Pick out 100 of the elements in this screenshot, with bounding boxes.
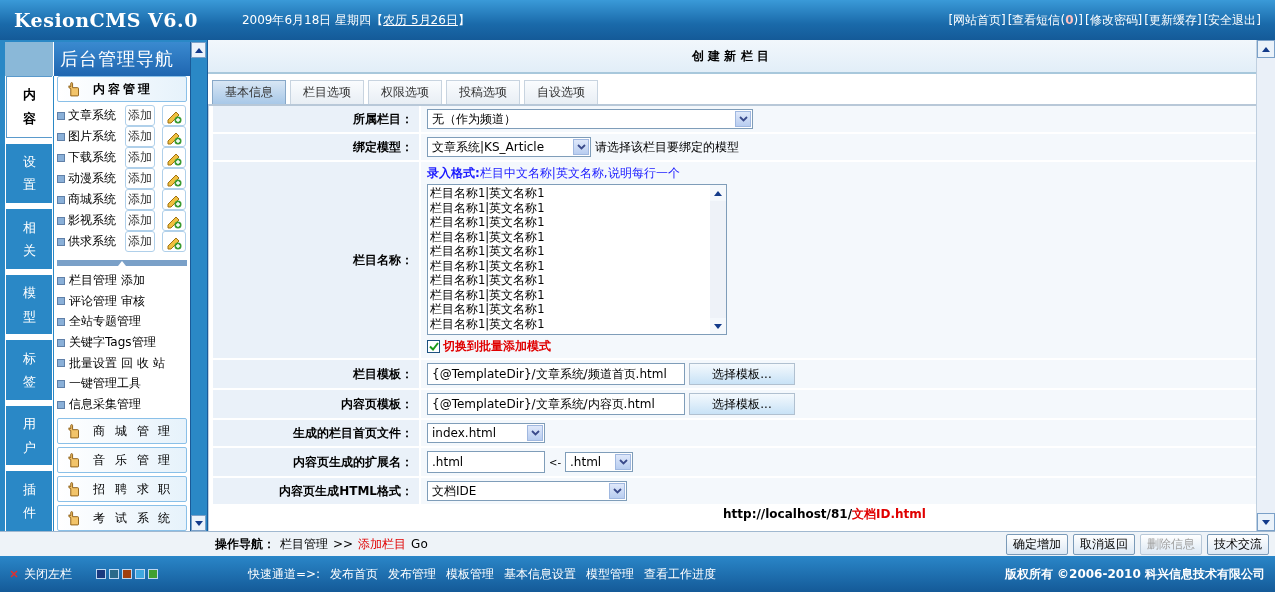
menu-link[interactable]: 供求系统: [68, 233, 122, 250]
scroll-down-icon[interactable]: [191, 515, 206, 531]
theme-swatch[interactable]: [96, 569, 106, 579]
edit-button[interactable]: [162, 210, 186, 231]
add-button[interactable]: 添加: [125, 210, 155, 231]
add-button[interactable]: 添加: [125, 126, 155, 147]
menu-link[interactable]: 商城系统: [68, 191, 122, 208]
section-title: 招 聘 求 职: [93, 480, 174, 498]
theme-swatch[interactable]: [148, 569, 158, 579]
quick-link[interactable]: 基本信息设置: [504, 565, 577, 583]
tab[interactable]: 投稿选项: [446, 80, 520, 104]
sidebar-tab[interactable]: 模型: [6, 274, 52, 335]
menu-link[interactable]: 添加: [121, 272, 145, 290]
edit-button[interactable]: [162, 231, 186, 252]
tab[interactable]: 栏目选项: [290, 80, 364, 104]
edit-button[interactable]: [162, 147, 186, 168]
menu-link[interactable]: 关键字Tags管理: [69, 334, 156, 352]
sidebar-tab[interactable]: 标签: [6, 340, 52, 400]
section-header[interactable]: 内容管理: [57, 76, 187, 102]
tab[interactable]: 自设选项: [524, 80, 598, 104]
quick-link[interactable]: 模型管理: [586, 565, 635, 583]
quick-link[interactable]: 模板管理: [446, 565, 495, 583]
action-button[interactable]: 确定增加: [1006, 533, 1068, 555]
text-field[interactable]: {@TemplateDir}/文章系统/内容页.html: [427, 393, 685, 415]
scroll-up-icon[interactable]: [1257, 40, 1275, 58]
menu-link[interactable]: 一键管理工具: [69, 375, 141, 393]
arrow-text: <-: [549, 456, 561, 468]
add-button[interactable]: 添加: [125, 168, 155, 189]
menu-link[interactable]: 下载系统: [68, 149, 122, 166]
hand-icon: [68, 452, 79, 468]
breadcrumb-link[interactable]: 栏目管理: [280, 535, 328, 553]
theme-swatch[interactable]: [122, 569, 132, 579]
menu-link[interactable]: 审核: [121, 292, 145, 310]
hand-icon: [68, 510, 79, 526]
section-header[interactable]: 招 聘 求 职: [57, 476, 187, 502]
quick-link[interactable]: 发布管理: [388, 565, 437, 583]
lunar-date-link[interactable]: 农历 5月26日: [383, 12, 458, 27]
edit-button[interactable]: [162, 105, 186, 126]
bullet-icon: [57, 111, 65, 120]
select-field[interactable]: index.html: [427, 423, 545, 443]
header-link[interactable]: [修改密码]: [1084, 11, 1143, 29]
hint-text: 请选择该栏目要绑定的模型: [595, 138, 739, 156]
action-button[interactable]: 技术交流: [1207, 533, 1269, 555]
add-button[interactable]: 添加: [125, 147, 155, 168]
select-field[interactable]: 文档IDE: [427, 481, 627, 501]
edit-button[interactable]: [162, 168, 186, 189]
theme-swatch[interactable]: [109, 569, 119, 579]
header-link[interactable]: [更新缓存]: [1144, 11, 1202, 29]
menu-link[interactable]: 动漫系统: [68, 170, 122, 187]
sidebar-tab[interactable]: 相关: [6, 209, 52, 269]
scroll-down-icon[interactable]: [1257, 513, 1275, 531]
sidebar-tab[interactable]: 用户: [6, 405, 52, 466]
hand-icon: [68, 423, 79, 439]
header-link[interactable]: [查看短信(0)]: [1007, 11, 1083, 29]
checkbox[interactable]: [427, 340, 440, 353]
section-header[interactable]: 音 乐 管 理: [57, 447, 187, 473]
add-button[interactable]: 添加: [125, 231, 155, 252]
choose-template-button[interactable]: 选择模板...: [689, 363, 795, 385]
quick-link[interactable]: 发布首页: [330, 565, 379, 583]
section-header[interactable]: 商 城 管 理: [57, 418, 187, 444]
section-header[interactable]: 考 试 系 统: [57, 505, 187, 531]
sidebar-title: 后台管理导航: [60, 47, 174, 71]
choose-template-button[interactable]: 选择模板...: [689, 393, 795, 415]
action-button[interactable]: 取消返回: [1073, 533, 1135, 555]
sidebar-tab[interactable]: 插件: [6, 471, 52, 532]
menu-link[interactable]: 图片系统: [68, 128, 122, 145]
scroll-up-icon[interactable]: [191, 42, 206, 58]
close-sidebar-link[interactable]: 关闭左栏: [10, 565, 72, 583]
menu-link[interactable]: 回 收 站: [121, 354, 165, 372]
tab[interactable]: 基本信息: [212, 80, 286, 104]
add-button[interactable]: 添加: [125, 189, 155, 210]
tab[interactable]: 权限选项: [368, 80, 442, 104]
add-button[interactable]: 添加: [125, 105, 155, 126]
menu-link[interactable]: 批量设置: [69, 354, 117, 372]
text-field[interactable]: .html: [427, 451, 545, 473]
menu-link[interactable]: 影视系统: [68, 212, 122, 229]
bullet-icon: [57, 317, 65, 326]
menu-link[interactable]: 评论管理: [69, 292, 117, 310]
hand-icon: [68, 81, 79, 97]
header-link[interactable]: [网站首页]: [948, 11, 1006, 29]
menu-link[interactable]: 信息采集管理: [69, 396, 141, 414]
edit-button[interactable]: [162, 126, 186, 147]
select-field[interactable]: .html: [565, 452, 633, 472]
edit-button[interactable]: [162, 189, 186, 210]
select-field[interactable]: 文章系统|KS_Article: [427, 137, 591, 157]
menu-link[interactable]: 文章系统: [68, 107, 122, 124]
collapse-bar[interactable]: [57, 260, 187, 267]
select-field[interactable]: 无（作为频道）: [427, 109, 753, 129]
menu-link[interactable]: 全站专题管理: [69, 313, 141, 331]
menu-link[interactable]: 栏目管理: [69, 272, 117, 290]
text-field[interactable]: {@TemplateDir}/文章系统/频道首页.html: [427, 363, 685, 385]
bullet-icon: [57, 380, 65, 388]
scrollbar[interactable]: [190, 42, 207, 531]
go-link[interactable]: Go: [411, 537, 428, 551]
header-link[interactable]: [安全退出]: [1203, 11, 1261, 29]
sidebar-tab[interactable]: 内容: [6, 76, 52, 138]
sidebar-tab[interactable]: 设置: [6, 143, 52, 204]
field-label: 内容页模板：: [341, 395, 413, 413]
theme-swatch[interactable]: [135, 569, 145, 579]
quick-link[interactable]: 查看工作进度: [644, 565, 717, 583]
